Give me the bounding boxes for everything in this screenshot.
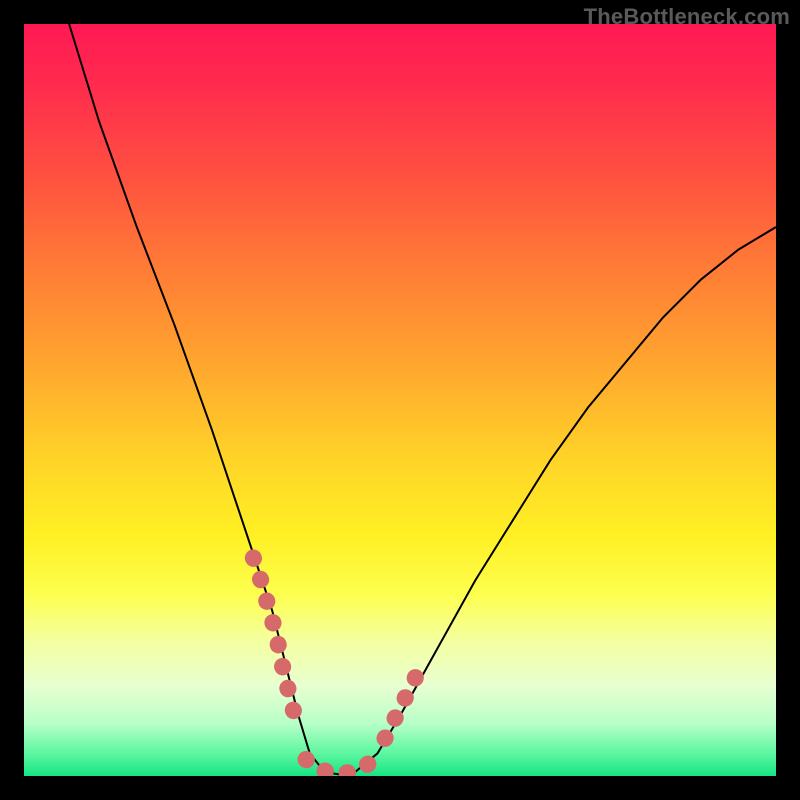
left-marker [253, 558, 298, 731]
bottleneck-plot [24, 24, 776, 776]
watermark-text: TheBottleneck.com [584, 4, 790, 30]
marker-group [253, 558, 418, 774]
chart-frame [24, 24, 776, 776]
curve-group [69, 24, 776, 775]
bottleneck-curve [69, 24, 776, 775]
right-marker [385, 671, 419, 739]
